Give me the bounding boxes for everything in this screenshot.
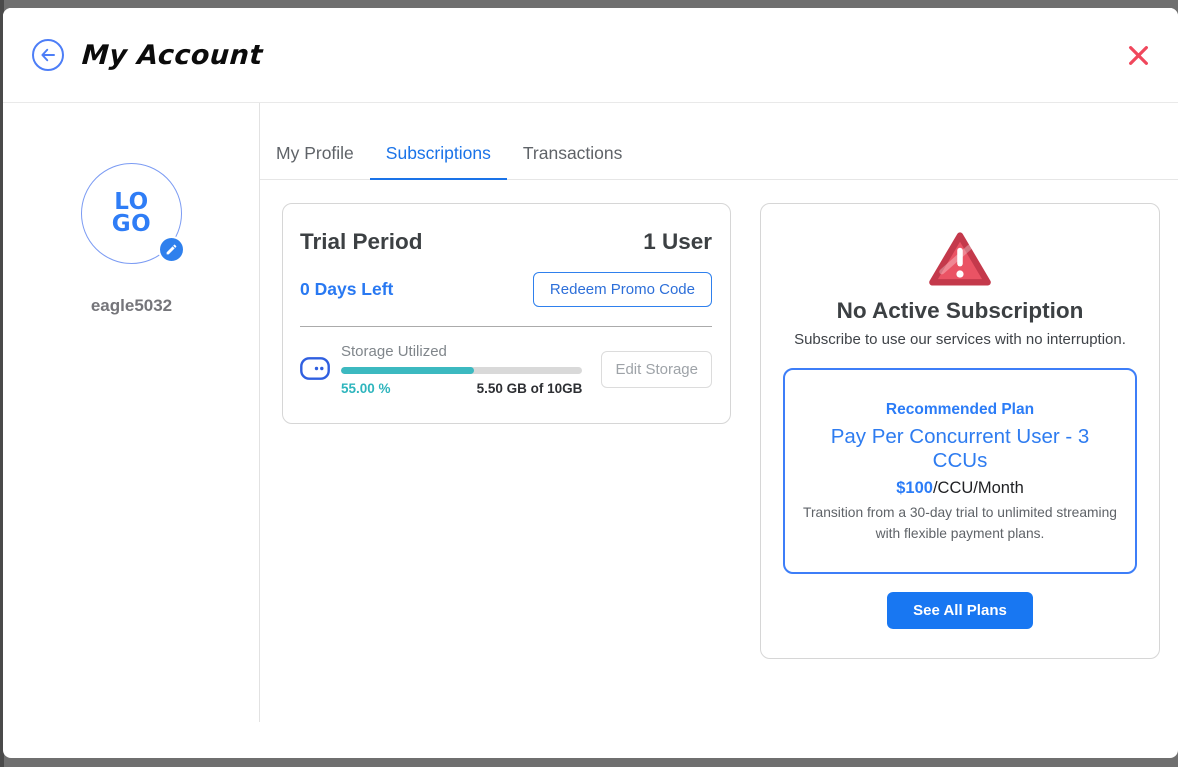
storage-label: Storage Utilized [341, 343, 582, 360]
trial-period-card: Trial Period 1 User 0 Days Left Redeem P… [282, 203, 731, 424]
plan-description: Transition from a 30-day trial to unlimi… [801, 502, 1119, 545]
no-subscription-subtitle: Subscribe to use our services with no in… [783, 331, 1137, 348]
no-subscription-title: No Active Subscription [783, 298, 1137, 324]
storage-progress-fill [341, 367, 474, 374]
page-title: My Account [81, 40, 264, 71]
tab-subscriptions[interactable]: Subscriptions [370, 143, 507, 180]
plan-badge: Recommended Plan [801, 401, 1119, 419]
plan-name: Pay Per Concurrent User - 3 CCUs [801, 425, 1119, 473]
storage-percent: 55.00 % [341, 381, 391, 396]
tabs: My Profile Subscriptions Transactions [260, 143, 1178, 180]
panel-divider [259, 103, 260, 722]
plan-price: $100/CCU/Month [801, 479, 1119, 498]
trial-title: Trial Period [300, 229, 423, 255]
arrow-left-icon [39, 46, 57, 64]
see-all-plans-button[interactable]: See All Plans [887, 592, 1033, 629]
plan-price-amount: $100 [896, 479, 933, 497]
edit-avatar-button[interactable] [158, 236, 185, 263]
main-panel: My Profile Subscriptions Transactions Tr… [260, 103, 1178, 758]
avatar: LO GO [81, 163, 182, 264]
tab-transactions[interactable]: Transactions [507, 143, 639, 180]
days-left: 0 Days Left [300, 279, 393, 300]
hard-drive-icon [300, 357, 330, 380]
plan-price-suffix: /CCU/Month [933, 479, 1024, 497]
profile-panel: LO GO eagle5032 [3, 103, 260, 758]
tab-my-profile[interactable]: My Profile [260, 143, 370, 180]
recommended-plan-box: Recommended Plan Pay Per Concurrent User… [783, 368, 1137, 574]
storage-section: Storage Utilized 55.00 % 5.50 GB of 10GB… [300, 343, 712, 396]
close-button[interactable] [1123, 40, 1153, 70]
user-count: 1 User [643, 229, 712, 255]
avatar-logo-text-line2: GO [112, 214, 151, 236]
pencil-icon [165, 243, 178, 256]
card-divider [300, 326, 712, 327]
back-button[interactable] [32, 39, 64, 71]
no-subscription-card: No Active Subscription Subscribe to use … [760, 203, 1160, 659]
subscriptions-content: Trial Period 1 User 0 Days Left Redeem P… [282, 203, 1160, 659]
close-icon [1125, 42, 1152, 69]
modal-body: LO GO eagle5032 My Profile Subscriptions [3, 103, 1178, 758]
storage-progress-bar [341, 367, 582, 374]
redeem-promo-code-button[interactable]: Redeem Promo Code [533, 272, 712, 307]
edit-storage-button[interactable]: Edit Storage [601, 351, 712, 388]
storage-usage: 5.50 GB of 10GB [477, 381, 583, 396]
warning-triangle-icon [926, 229, 994, 291]
modal-header: My Account [3, 8, 1178, 103]
username: eagle5032 [3, 296, 260, 316]
my-account-modal: My Account LO GO [3, 8, 1178, 758]
